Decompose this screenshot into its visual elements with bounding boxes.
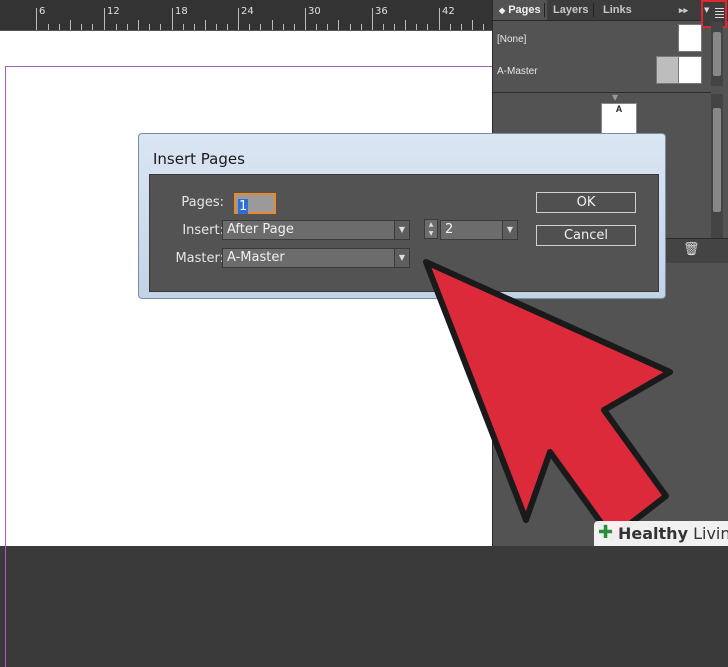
plus-logo-icon: ✚: [598, 522, 614, 543]
watermark-prefix: Healthy: [618, 524, 688, 543]
watermark-suffix: Living: [693, 524, 728, 543]
arrow-shape: [423, 259, 673, 541]
watermark-text: Healthy Living: [618, 524, 728, 543]
watermark: ✚ Healthy Living: [594, 521, 728, 546]
pointer-arrow-icon: [423, 259, 673, 541]
